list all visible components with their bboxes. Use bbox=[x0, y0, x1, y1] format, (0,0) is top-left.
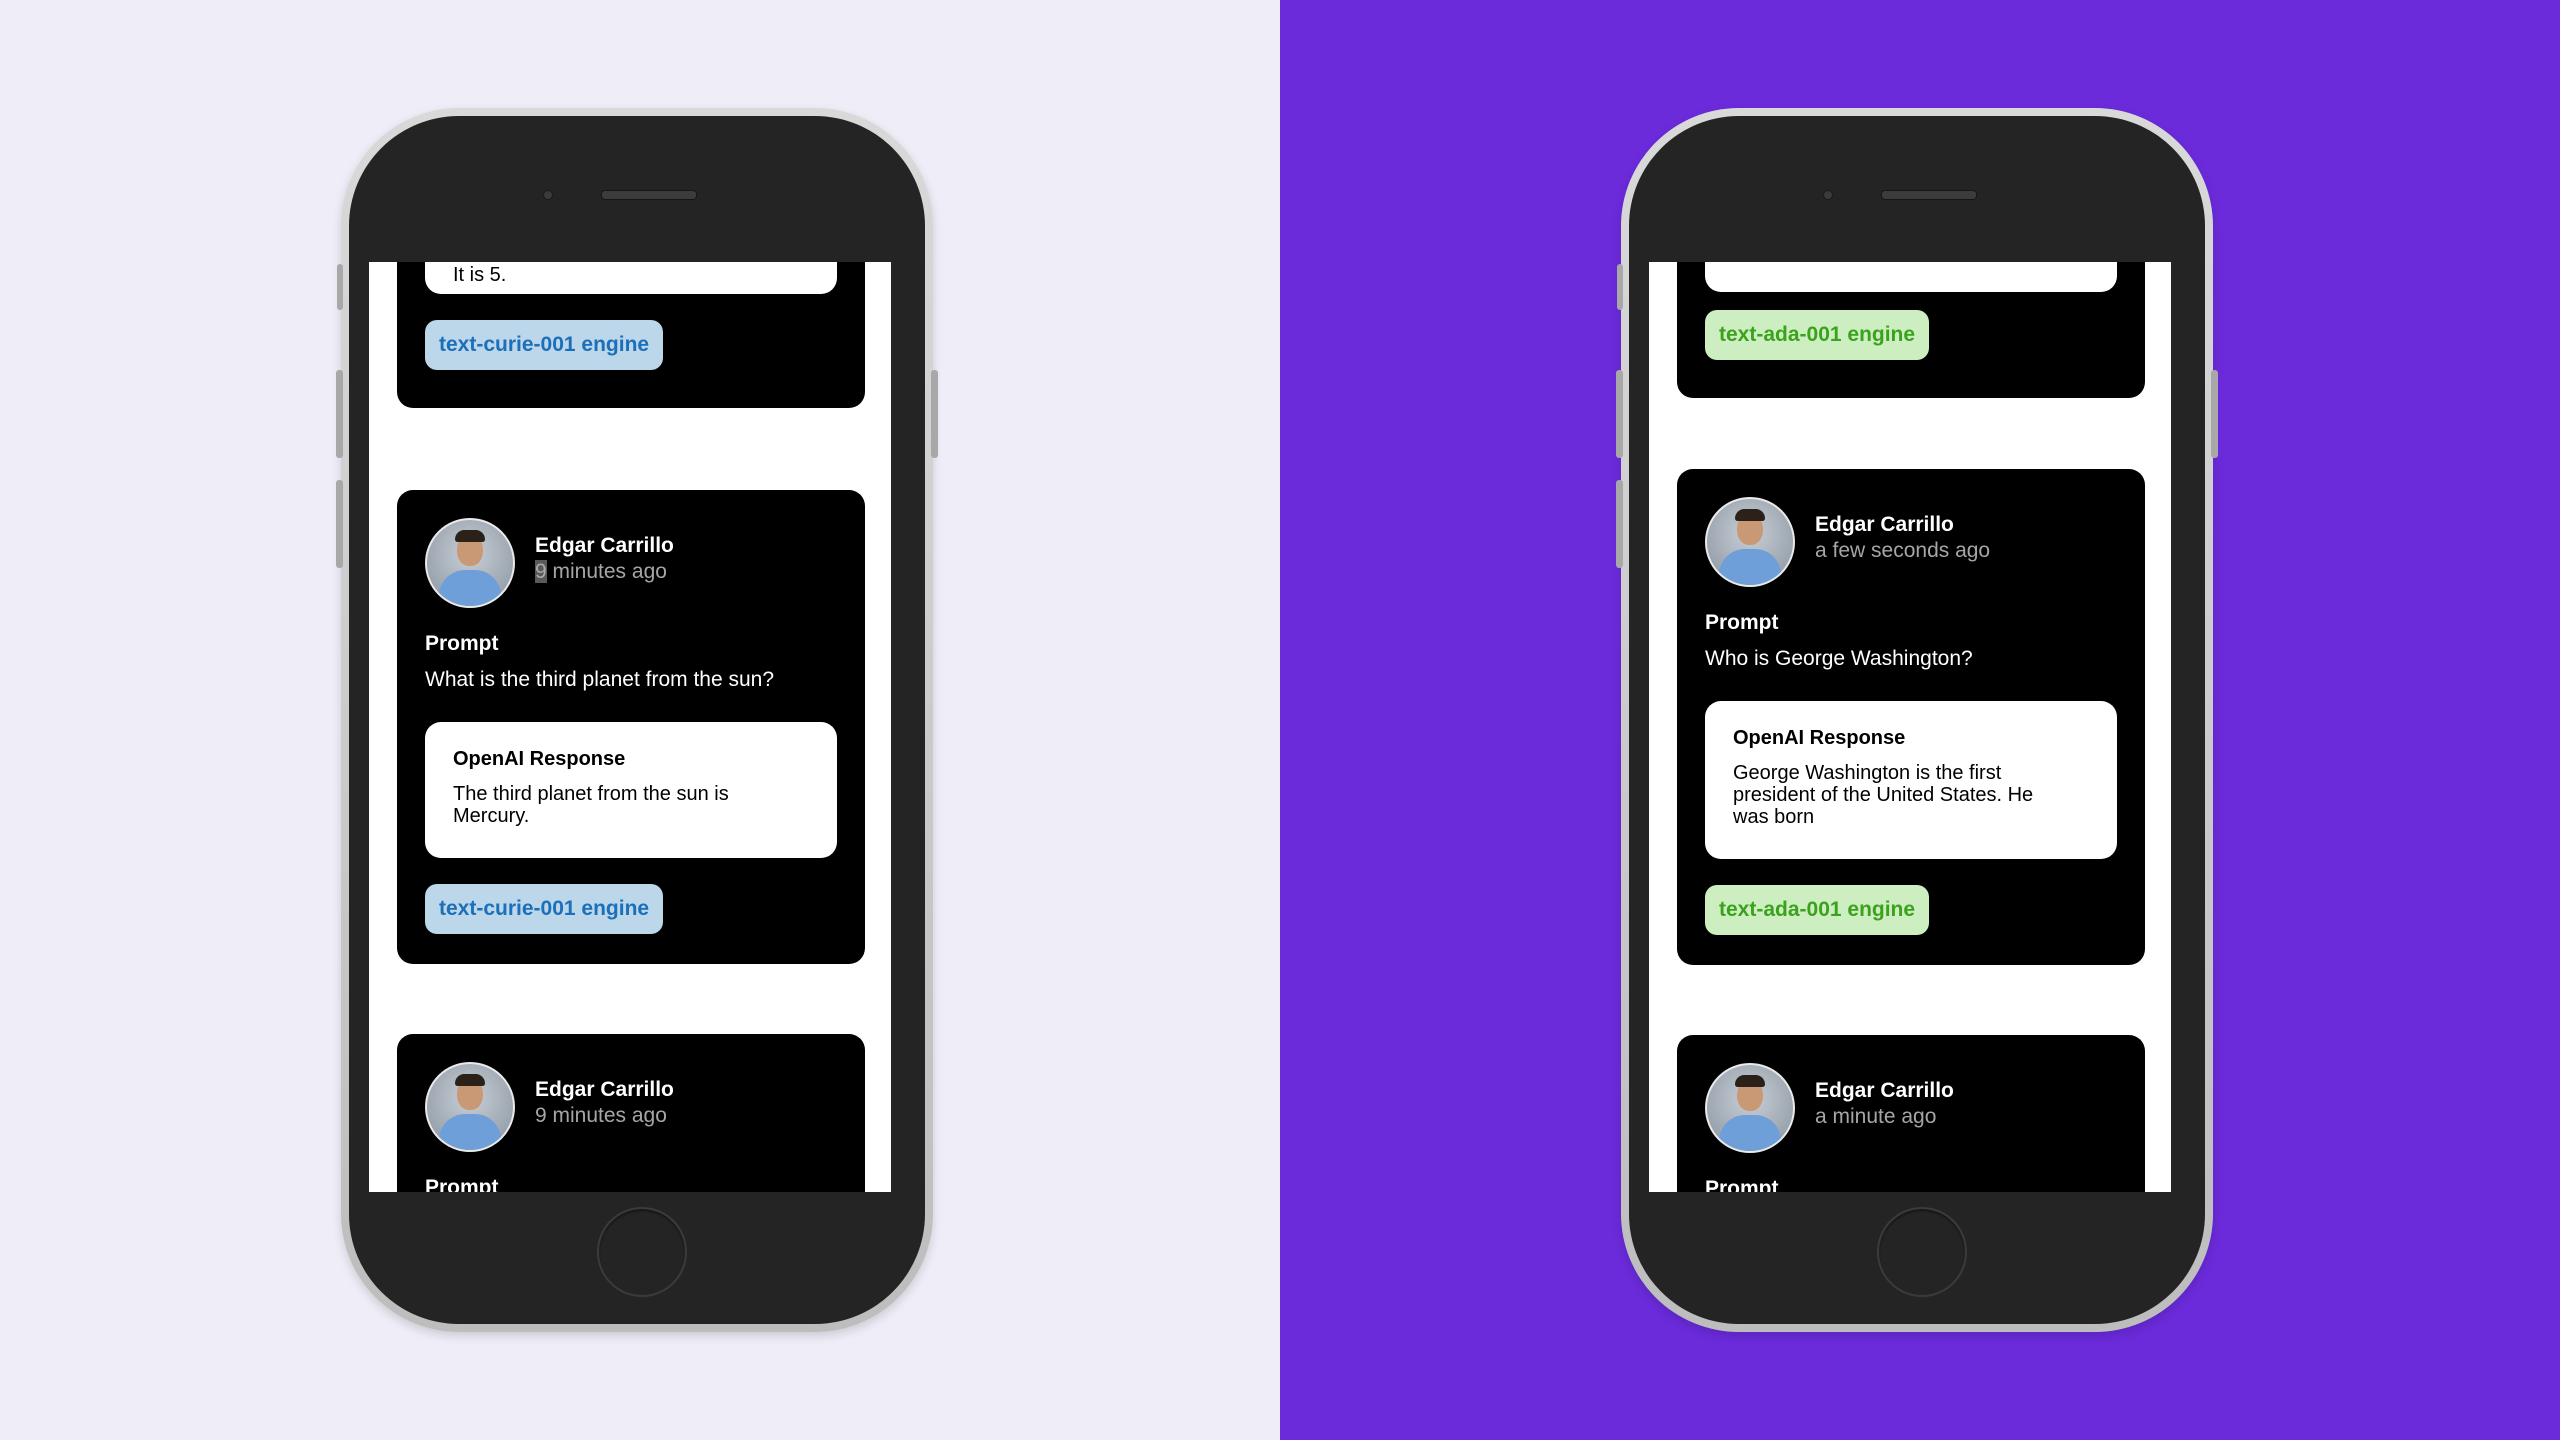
user-name[interactable]: Edgar Carrillo bbox=[535, 534, 674, 558]
avatar[interactable] bbox=[425, 518, 515, 608]
card-header: Edgar Carrillo 9 minutes ago bbox=[425, 1062, 845, 1152]
timestamp: a few seconds ago bbox=[1815, 539, 1991, 562]
volume-up-button bbox=[336, 370, 343, 458]
avatar[interactable] bbox=[1705, 1063, 1795, 1153]
prompt-label: Prompt bbox=[1705, 611, 1779, 634]
avatar[interactable] bbox=[425, 1062, 515, 1152]
feed-card: text-ada-001 engine bbox=[1677, 262, 2145, 398]
phone-screen[interactable]: It is 5. text-curie-001 engine Edgar Car… bbox=[369, 262, 891, 1192]
feed-card: Edgar Carrillo a minute ago Prompt bbox=[1677, 1035, 2145, 1192]
response-title: OpenAI Response bbox=[453, 748, 626, 770]
earpiece-speaker bbox=[1881, 190, 1977, 200]
phone-mockup-right: text-ada-001 engine Edgar Carrillo a few… bbox=[1616, 108, 2218, 1332]
volume-up-button bbox=[1616, 370, 1623, 458]
response-box: It is 5. bbox=[425, 262, 837, 294]
volume-down-button bbox=[336, 480, 343, 568]
front-camera-icon bbox=[543, 190, 553, 200]
power-button bbox=[2211, 370, 2218, 458]
prompt-label: Prompt bbox=[425, 632, 499, 655]
response-title: OpenAI Response bbox=[1733, 727, 1906, 749]
feed-card: It is 5. text-curie-001 engine bbox=[397, 262, 865, 408]
user-name[interactable]: Edgar Carrillo bbox=[535, 1078, 674, 1102]
earpiece-speaker bbox=[601, 190, 697, 200]
card-header: Edgar Carrillo 9 minutes ago bbox=[425, 518, 845, 608]
timestamp: a minute ago bbox=[1815, 1105, 1937, 1128]
volume-down-button bbox=[1616, 480, 1623, 568]
power-button bbox=[931, 370, 938, 458]
mute-switch bbox=[337, 264, 343, 310]
response-text: It is 5. bbox=[453, 264, 507, 286]
response-text: George Washington is the first president… bbox=[1733, 762, 2034, 828]
home-button[interactable] bbox=[1877, 1207, 1967, 1297]
timestamp-selected-text: 9 bbox=[535, 560, 547, 583]
feed-card: Edgar Carrillo a few seconds ago Prompt … bbox=[1677, 469, 2145, 965]
prompt-label: Prompt bbox=[1705, 1177, 1779, 1192]
prompt-text: Who is George Washington? bbox=[1705, 647, 1973, 670]
prompt-text: What is the third planet from the sun? bbox=[425, 668, 775, 691]
engine-badge: text-curie-001 engine bbox=[425, 320, 664, 370]
user-name[interactable]: Edgar Carrillo bbox=[1815, 1079, 1954, 1103]
phone-body: It is 5. text-curie-001 engine Edgar Car… bbox=[349, 116, 925, 1324]
engine-badge: text-ada-001 engine bbox=[1705, 310, 1930, 360]
timestamp: 9 minutes ago bbox=[535, 1104, 667, 1127]
feed-card: Edgar Carrillo 9 minutes ago Prompt What… bbox=[397, 490, 865, 964]
mute-switch bbox=[1617, 264, 1623, 310]
prompt-label: Prompt bbox=[425, 1176, 499, 1192]
home-button[interactable] bbox=[597, 1207, 687, 1297]
response-box bbox=[1705, 262, 2117, 292]
phone-screen[interactable]: text-ada-001 engine Edgar Carrillo a few… bbox=[1649, 262, 2171, 1192]
card-header: Edgar Carrillo a few seconds ago bbox=[1705, 497, 2125, 587]
feed-card: Edgar Carrillo 9 minutes ago Prompt bbox=[397, 1034, 865, 1192]
user-name[interactable]: Edgar Carrillo bbox=[1815, 513, 1954, 537]
timestamp-text: minutes ago bbox=[546, 560, 667, 583]
card-header: Edgar Carrillo a minute ago bbox=[1705, 1063, 2125, 1153]
phone-body: text-ada-001 engine Edgar Carrillo a few… bbox=[1629, 116, 2205, 1324]
response-box: OpenAI Response The third planet from th… bbox=[425, 722, 837, 858]
response-box: OpenAI Response George Washington is the… bbox=[1705, 701, 2117, 859]
engine-badge: text-curie-001 engine bbox=[425, 884, 664, 934]
timestamp: 9 minutes ago bbox=[535, 560, 667, 584]
avatar[interactable] bbox=[1705, 497, 1795, 587]
engine-badge: text-ada-001 engine bbox=[1705, 885, 1930, 935]
phone-mockup-left: It is 5. text-curie-001 engine Edgar Car… bbox=[336, 108, 938, 1332]
response-text: The third planet from the sun is Mercury… bbox=[453, 783, 729, 827]
front-camera-icon bbox=[1823, 190, 1833, 200]
stage: It is 5. text-curie-001 engine Edgar Car… bbox=[0, 0, 2560, 1440]
